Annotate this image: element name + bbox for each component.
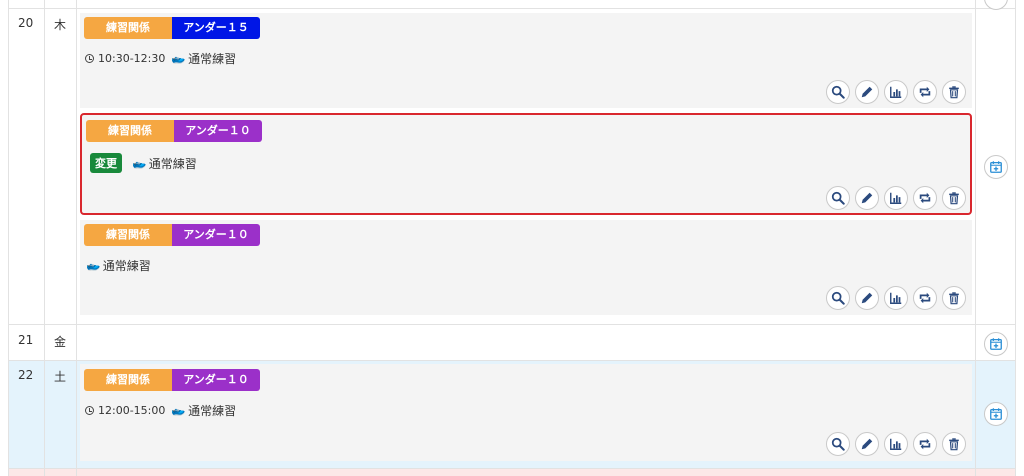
edit-button[interactable] — [855, 80, 879, 104]
event-time: 12:00-15:00 — [98, 404, 166, 417]
trash-icon — [949, 86, 959, 99]
repeat-button[interactable] — [913, 286, 937, 310]
date-cell: 20 — [18, 16, 34, 30]
clock-icon — [85, 406, 94, 415]
group-tag: アンダー１０ — [172, 369, 260, 391]
trash-icon — [949, 438, 959, 451]
delete-button[interactable] — [942, 432, 966, 456]
repeat-button[interactable] — [913, 186, 937, 210]
category-tag: 練習関係 — [84, 224, 172, 246]
change-badge: 変更 — [90, 153, 122, 173]
event-card[interactable]: 練習関係 アンダー１５ 10:30-12:30 👟 通常練習 — [80, 13, 972, 108]
bar-chart-icon — [890, 192, 902, 204]
event-info: 変更 👟 通常練習 — [90, 153, 197, 173]
repeat-button[interactable] — [913, 432, 937, 456]
date-cell: 21 — [18, 333, 34, 347]
grid-line — [76, 0, 77, 476]
group-tag: アンダー１５ — [172, 17, 260, 39]
calendar-plus-icon — [990, 338, 1002, 350]
pencil-icon — [861, 192, 873, 204]
date-cell: 22 — [18, 368, 34, 382]
pencil-icon — [861, 86, 873, 98]
weekday-cell: 金 — [54, 335, 67, 349]
event-time: 10:30-12:30 — [98, 52, 166, 65]
stats-button[interactable] — [884, 186, 908, 210]
search-button[interactable] — [826, 80, 850, 104]
delete-button[interactable] — [942, 186, 966, 210]
weekday-cell: 木 — [54, 18, 67, 32]
stats-button[interactable] — [884, 80, 908, 104]
calendar-plus-icon — [990, 161, 1002, 173]
grid-line — [8, 468, 1016, 469]
trash-icon — [949, 292, 959, 305]
add-event-button[interactable] — [984, 155, 1008, 179]
add-event-button[interactable] — [984, 402, 1008, 426]
category-tag: 練習関係 — [84, 369, 172, 391]
pencil-icon — [861, 292, 873, 304]
repeat-button[interactable] — [913, 80, 937, 104]
event-type: 通常練習 — [188, 404, 237, 418]
bar-chart-icon — [890, 292, 902, 304]
repeat-icon — [919, 438, 931, 450]
event-card[interactable]: 練習関係 アンダー１０ 12:00-15:00 👟 通常練習 — [80, 364, 972, 461]
event-info: 12:00-15:00 👟 通常練習 — [85, 402, 236, 419]
grid-line — [8, 0, 9, 476]
event-type: 通常練習 — [148, 156, 197, 171]
edit-button[interactable] — [855, 286, 879, 310]
event-card-selected[interactable]: 練習関係 アンダー１０ 変更 👟 通常練習 — [80, 113, 972, 215]
shoe-icon: 👟 — [84, 257, 102, 274]
grid-line — [44, 0, 45, 476]
weekday-cell: 土 — [54, 370, 67, 384]
search-icon — [831, 85, 845, 99]
delete-button[interactable] — [942, 286, 966, 310]
bar-chart-icon — [890, 438, 902, 450]
search-icon — [831, 191, 845, 205]
group-tag: アンダー１０ — [172, 224, 260, 246]
grid-line — [8, 8, 1016, 9]
search-icon — [831, 437, 845, 451]
trash-icon — [949, 192, 959, 205]
event-info: 👟 通常練習 — [84, 257, 151, 274]
clock-icon — [85, 54, 94, 63]
event-type: 通常練習 — [188, 52, 237, 66]
event-type: 通常練習 — [102, 259, 151, 273]
shoe-icon: 👟 — [130, 154, 148, 172]
event-info: 10:30-12:30 👟 通常練習 — [85, 50, 236, 67]
repeat-icon — [919, 86, 931, 98]
delete-button[interactable] — [942, 80, 966, 104]
category-tag: 練習関係 — [86, 120, 174, 142]
search-button[interactable] — [826, 186, 850, 210]
row-sun-background — [8, 468, 1016, 476]
search-button[interactable] — [826, 432, 850, 456]
pencil-icon — [861, 438, 873, 450]
bar-chart-icon — [890, 86, 902, 98]
search-button[interactable] — [826, 286, 850, 310]
add-event-button[interactable] — [984, 332, 1008, 356]
event-actions — [826, 186, 966, 210]
event-card[interactable]: 練習関係 アンダー１０ 👟 通常練習 — [80, 220, 972, 315]
grid-line — [1015, 0, 1016, 476]
stats-button[interactable] — [884, 286, 908, 310]
repeat-icon — [919, 292, 931, 304]
calendar-plus-icon — [990, 408, 1002, 420]
edit-button[interactable] — [855, 186, 879, 210]
grid-line — [975, 0, 976, 476]
grid-line — [8, 324, 1016, 325]
event-actions — [826, 432, 966, 456]
category-tag: 練習関係 — [84, 17, 172, 39]
edit-button[interactable] — [855, 432, 879, 456]
event-actions — [826, 80, 966, 104]
grid-line — [8, 360, 1016, 361]
repeat-icon — [919, 192, 931, 204]
shoe-icon: 👟 — [169, 50, 187, 67]
search-icon — [831, 291, 845, 305]
shoe-icon: 👟 — [169, 402, 187, 419]
group-tag: アンダー１０ — [174, 120, 262, 142]
stats-button[interactable] — [884, 432, 908, 456]
event-actions — [826, 286, 966, 310]
